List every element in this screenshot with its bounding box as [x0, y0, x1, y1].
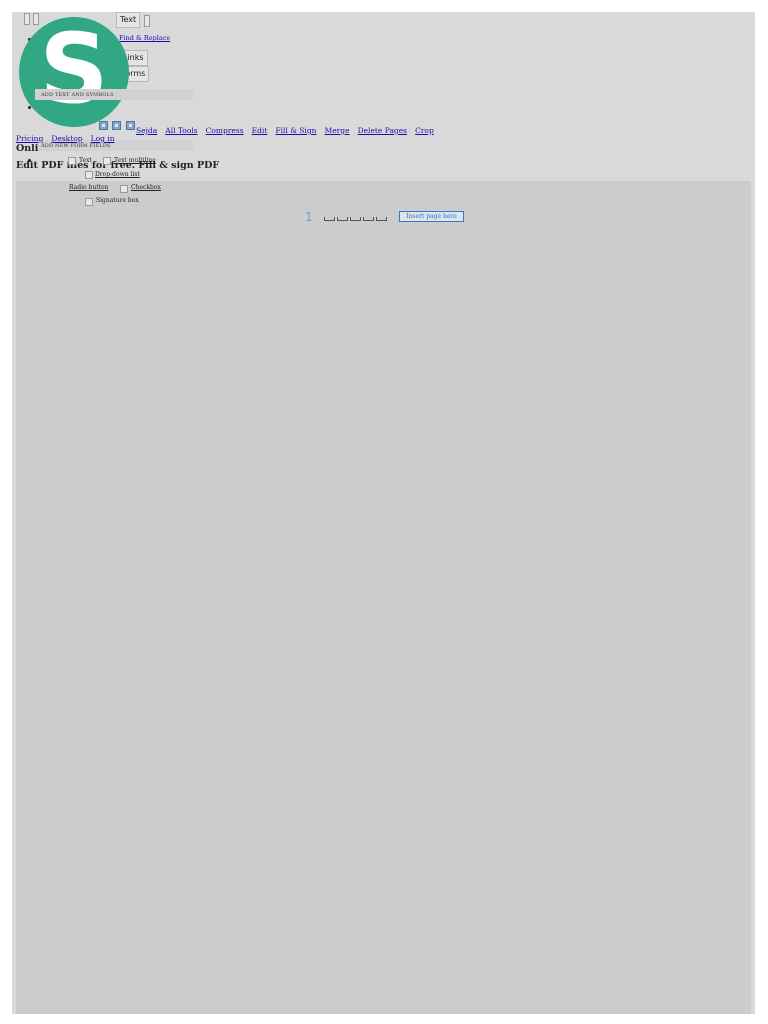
nav-edit-link[interactable]: Edit [252, 126, 268, 135]
field-signature-option[interactable]: Signature box [96, 197, 139, 204]
page-action-icon[interactable] [350, 217, 361, 221]
nav-all-tools-link[interactable]: All Tools [165, 126, 197, 135]
small-box-icon[interactable] [144, 15, 150, 27]
nav-pricing-link[interactable]: Pricing [16, 134, 43, 143]
nav-login-link[interactable]: Log in [91, 134, 115, 143]
page-action-icon[interactable] [337, 217, 348, 221]
image-icon[interactable] [112, 121, 121, 130]
nav-fill-sign-link[interactable]: Fill & Sign [275, 126, 316, 135]
page-action-icon[interactable] [324, 217, 335, 221]
nav-merge-link[interactable]: Merge [325, 126, 350, 135]
top-nav-right: Sejda All Tools Compress Edit Fill & Sig… [136, 118, 437, 137]
sejda-logo[interactable]: S [19, 13, 129, 127]
image-icon[interactable] [126, 121, 135, 130]
page-action-icon[interactable] [376, 217, 387, 221]
add-text-symbols-header: ADD TEXT AND SYMBOLS [35, 89, 193, 100]
nav-compress-link[interactable]: Compress [206, 126, 244, 135]
page-number: 1 [305, 210, 313, 224]
page-action-icon[interactable] [363, 217, 374, 221]
dropdown-field-icon [85, 171, 93, 179]
insert-page-button[interactable]: Insert page here [399, 211, 464, 222]
field-dropdown-option[interactable]: Drop-down list [95, 171, 140, 178]
signature-field-icon [85, 198, 93, 206]
text-multiline-icon [103, 157, 111, 165]
field-text-option[interactable]: Text [79, 157, 92, 164]
text-field-icon [68, 157, 76, 165]
field-radio-option[interactable]: Radio button [69, 184, 109, 191]
pdf-workarea[interactable] [16, 181, 751, 1014]
field-checkbox-option[interactable]: Checkbox [131, 184, 161, 191]
nav-desktop-link[interactable]: Desktop [51, 134, 82, 143]
nav-sejda-link[interactable]: Sejda [136, 126, 157, 135]
nav-delete-pages-link[interactable]: Delete Pages [358, 126, 407, 135]
page-heading: Onli [16, 143, 39, 154]
image-icon[interactable] [99, 121, 108, 130]
nav-crop-link[interactable]: Crop [415, 126, 434, 135]
field-text-multiline-option[interactable]: Text multiline [114, 157, 156, 164]
logo-letter: S [39, 13, 109, 125]
checkbox-field-icon [120, 185, 128, 193]
